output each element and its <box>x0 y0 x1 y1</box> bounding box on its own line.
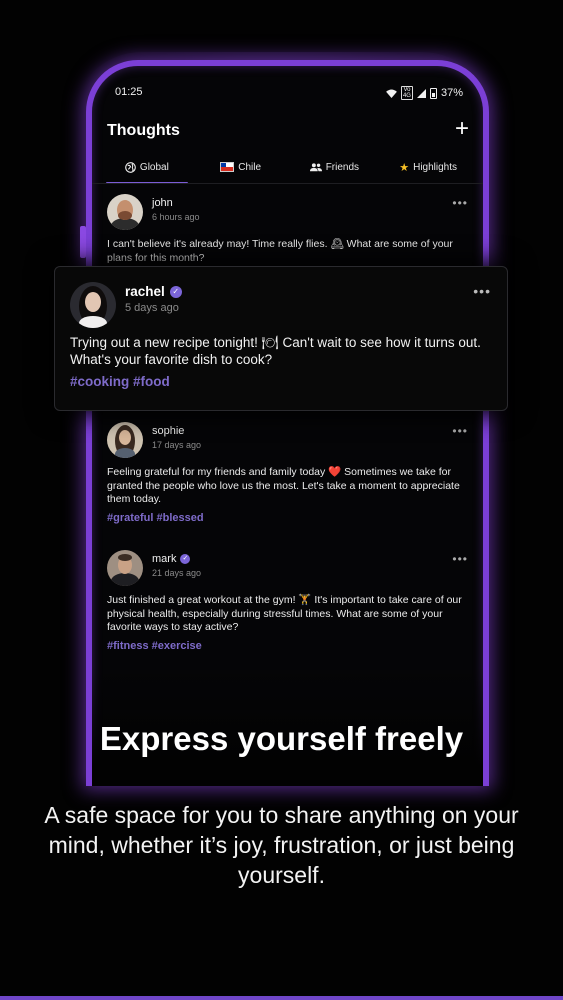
add-thought-button[interactable]: + <box>455 117 469 141</box>
tab-chile[interactable]: Chile <box>194 152 288 182</box>
post-body: Feeling grateful for my friends and fami… <box>107 466 460 505</box>
post-tags[interactable]: #cooking #food <box>70 374 170 389</box>
promo-subtext: A safe space for you to share anything o… <box>44 802 519 888</box>
post-sophie[interactable]: sophie 17 days ago ••• Feeling grateful … <box>107 422 468 532</box>
avatar[interactable] <box>107 194 143 230</box>
chile-flag-icon <box>220 162 235 172</box>
post-tags[interactable]: #fitness #exercise <box>107 640 202 652</box>
post-more-button[interactable]: ••• <box>452 552 468 566</box>
avatar[interactable] <box>107 422 143 458</box>
promo-headline: Express yourself freely <box>99 720 464 757</box>
status-time: 01:25 <box>115 86 143 98</box>
tab-chile-label: Chile <box>238 161 262 173</box>
avatar[interactable] <box>70 282 116 328</box>
post-time: 6 hours ago <box>152 212 200 222</box>
tab-friends[interactable]: Friends <box>288 152 382 182</box>
post-author-name: john <box>152 197 173 209</box>
phone-frame: 01:25 Vo 4G 37% Thoughts + Global Chile … <box>86 60 489 786</box>
post-time: 5 days ago <box>125 302 179 314</box>
post-body: Just finished a great workout at the gym… <box>107 594 462 633</box>
bottom-accent-bar <box>0 996 563 1000</box>
post-time: 17 days ago <box>152 440 202 450</box>
avatar[interactable] <box>107 550 143 586</box>
page-title: Thoughts <box>107 122 180 139</box>
signal-icon <box>416 88 426 98</box>
post-author[interactable]: rachel ✓ <box>125 284 182 299</box>
wifi-icon <box>386 88 397 98</box>
tab-global-label: Global <box>139 161 169 173</box>
post-more-button[interactable]: ••• <box>473 283 491 299</box>
post-mark[interactable]: mark ✓ 21 days ago ••• Just finished a g… <box>107 550 468 660</box>
post-author-name: sophie <box>152 425 185 437</box>
post-john[interactable]: john 6 hours ago ••• I can't believe it'… <box>107 194 468 274</box>
post-time: 21 days ago <box>152 568 202 578</box>
post-more-button[interactable]: ••• <box>452 196 468 210</box>
tab-friends-label: Friends <box>325 161 360 173</box>
tab-divider <box>92 183 483 184</box>
tab-highlights-label: Highlights <box>413 161 458 173</box>
post-more-button[interactable]: ••• <box>452 424 468 438</box>
post-tags[interactable]: #grateful #blessed <box>107 512 204 524</box>
tab-highlights[interactable]: ★ Highlights <box>381 152 475 182</box>
globe-icon <box>125 161 136 173</box>
tab-bar: Global Chile Friends ★ Highlights <box>100 152 475 184</box>
status-bar: 01:25 Vo 4G 37% <box>115 86 463 102</box>
people-icon <box>309 163 322 172</box>
post-body: Trying out a new recipe tonight! 🍽 Can't… <box>70 335 481 367</box>
status-icons: Vo 4G 37% <box>386 86 463 100</box>
battery-percent: 37% <box>440 87 463 99</box>
tab-global[interactable]: Global <box>100 152 194 184</box>
star-icon: ★ <box>399 161 410 174</box>
volte-icon: Vo 4G <box>400 86 413 100</box>
verified-icon: ✓ <box>169 285 182 298</box>
featured-post-card[interactable]: rachel ✓ 5 days ago ••• Trying out a new… <box>54 266 508 411</box>
post-author[interactable]: mark ✓ <box>152 553 191 565</box>
post-author-name: rachel <box>125 284 165 299</box>
post-author[interactable]: sophie <box>152 425 184 437</box>
verified-icon: ✓ <box>180 554 191 564</box>
post-body: I can't believe it's already may! Time r… <box>107 238 453 264</box>
battery-icon <box>429 87 437 99</box>
post-author[interactable]: john <box>152 197 173 209</box>
post-author-name: mark <box>152 553 177 565</box>
